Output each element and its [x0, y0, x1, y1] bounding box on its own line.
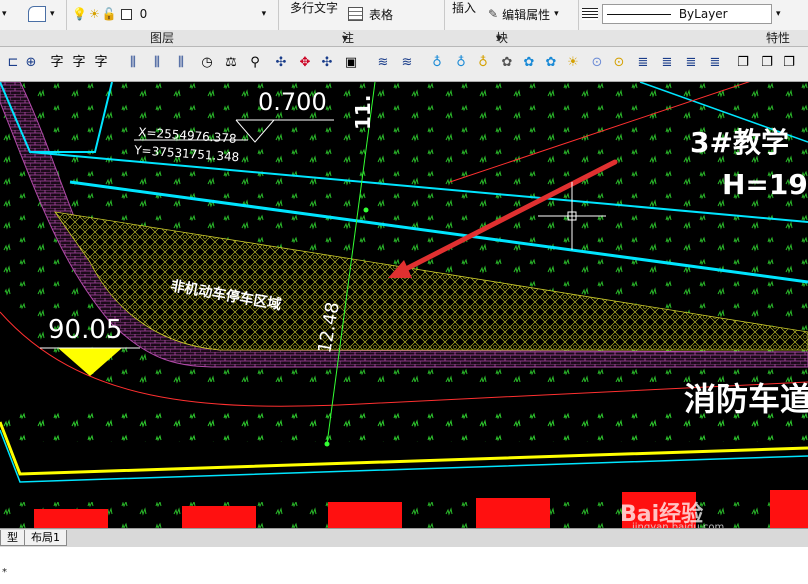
layer-stack-icon[interactable]: ≣: [658, 54, 676, 72]
chevron-down-icon[interactable]: ▾: [262, 9, 267, 19]
vertical-dim-text: 11.: [351, 95, 375, 130]
ribbon: ▾ ▾ 💡 ☀ 🔓 0 ▾ 多行文字 表格 插入 ✎ 编辑属性 ▾ ByLaye…: [0, 0, 808, 46]
pan-icon[interactable]: ✥: [296, 54, 314, 72]
window-icon[interactable]: ❐: [780, 54, 798, 72]
insert-button[interactable]: 插入: [452, 0, 476, 18]
gear-icon[interactable]: ✿: [520, 54, 538, 72]
tab-model[interactable]: 型: [0, 530, 25, 546]
bulb-icon: 💡: [72, 7, 87, 21]
red-block: [476, 498, 550, 528]
spot-elevation-text: 90.05: [48, 315, 122, 345]
sun-icon: ☀: [88, 7, 100, 21]
layer-stack-icon[interactable]: ≣: [706, 54, 724, 72]
gear-icon[interactable]: ✿: [542, 54, 560, 72]
lock-icon[interactable]: ⊙: [588, 54, 606, 72]
layout-tabs: 型 布局1: [0, 528, 808, 547]
drawing-canvas[interactable]: 0.700 X=2554976.378 Y=37531751.348 11. 3…: [0, 82, 808, 528]
ribbon-left-arrows[interactable]: ▾: [2, 3, 7, 25]
dropdown-arrow-icon[interactable]: ▾: [2, 9, 7, 19]
linetype-line: [607, 14, 671, 15]
dim-icon[interactable]: ⫼: [172, 54, 190, 72]
layer-stack-icon[interactable]: ≣: [634, 54, 652, 72]
layer-icon[interactable]: ≋: [398, 54, 416, 72]
chevron-down-icon[interactable]: ▾: [776, 9, 781, 19]
gear-icon[interactable]: ✿: [498, 54, 516, 72]
panel-annotation-label[interactable]: 注释 ▾: [342, 30, 354, 61]
layer-name-value: 0: [139, 7, 148, 21]
lock-icon: 🔓: [101, 7, 117, 21]
panel-block-label[interactable]: 块 ▾: [496, 30, 508, 46]
save-icon[interactable]: ▣: [342, 54, 360, 72]
lock-icon[interactable]: ⊙: [610, 54, 628, 72]
linetype-dropdown[interactable]: ByLayer ▾: [582, 3, 781, 25]
bulb-icon[interactable]: ♁: [452, 54, 470, 72]
edit-attribute-button[interactable]: ✎ 编辑属性 ▾: [488, 3, 559, 25]
panel-properties-label[interactable]: 特性: [766, 30, 790, 46]
zoom-icon[interactable]: ⚲: [246, 54, 264, 72]
building-label: 3#教学: [690, 126, 789, 159]
multiline-text-button[interactable]: 多行文字: [290, 0, 338, 18]
red-block: [328, 502, 402, 528]
text-icon[interactable]: 字: [48, 54, 66, 72]
command-prompt-icon: *: [2, 567, 7, 578]
dim-point: [324, 441, 330, 447]
multiline-text-label: 多行文字: [290, 0, 339, 15]
ribbon-panel-labels: 图层 注释 ▾ 块 ▾ 特性: [0, 30, 808, 61]
tab-layout1[interactable]: 布局1: [24, 530, 67, 546]
dim-icon[interactable]: ⫼: [148, 54, 166, 72]
dim-point: [363, 207, 369, 213]
rotate-icon[interactable]: ⚖: [222, 54, 240, 72]
snap-icon[interactable]: ⊏: [4, 54, 22, 72]
window-icon[interactable]: ❐: [758, 54, 776, 72]
linetype-value: ByLayer: [678, 7, 728, 21]
dim-icon[interactable]: ⫼: [124, 54, 142, 72]
color-swatch-icon: [120, 8, 132, 20]
circle-icon[interactable]: ◷: [198, 54, 216, 72]
move-icon[interactable]: ✣: [272, 54, 290, 72]
move-icon[interactable]: ✣: [318, 54, 336, 72]
red-block: [34, 509, 108, 528]
table-button[interactable]: 表格: [348, 3, 393, 25]
insert-label: 插入: [452, 0, 477, 15]
command-line[interactable]: *: [0, 547, 808, 584]
linetype-field[interactable]: ByLayer: [602, 4, 772, 24]
text-icon[interactable]: 字: [92, 54, 110, 72]
edit-attribute-label: 编辑属性: [502, 7, 551, 22]
building-height: H=19.: [722, 168, 808, 201]
chevron-down-icon: ▾: [554, 9, 559, 19]
table-label: 表格: [369, 7, 394, 22]
elevation-value-text: 0.700: [258, 88, 327, 116]
sun-icon[interactable]: ☀: [564, 54, 582, 72]
panel-layers-label[interactable]: 图层: [150, 30, 174, 46]
window-icon[interactable]: ❐: [734, 54, 752, 72]
toolbar: ⊏ ⊕ 字 字 字 ⫼ ⫼ ⫼ ◷ ⚖ ⚲ ✣ ✥ ✣ ▣ ≋ ≋ ♁ ♁ ♁ …: [0, 47, 808, 82]
shape-dropdown[interactable]: ▾: [28, 3, 55, 25]
layer-icon[interactable]: ≋: [374, 54, 392, 72]
drawing-svg: 0.700 X=2554976.378 Y=37531751.348 11. 3…: [0, 82, 808, 528]
table-icon: [348, 7, 363, 21]
text-icon[interactable]: 字: [70, 54, 88, 72]
dropdown-arrow-icon: ▾: [50, 9, 55, 19]
bulb-icon[interactable]: ♁: [474, 54, 492, 72]
layer-stack-icon[interactable]: ≣: [682, 54, 700, 72]
lineweight-icon: [582, 8, 598, 20]
osnap-icon[interactable]: ⊕: [22, 54, 40, 72]
bulb-icon[interactable]: ♁: [428, 54, 446, 72]
layer-dropdown[interactable]: 💡 ☀ 🔓 0 ▾: [72, 3, 266, 25]
edit-attribute-icon: ✎: [488, 7, 499, 21]
shape-icon: [28, 6, 46, 22]
fire-lane-label: 消防车道: [684, 380, 808, 418]
red-block: [182, 506, 256, 528]
red-block: [770, 490, 808, 528]
